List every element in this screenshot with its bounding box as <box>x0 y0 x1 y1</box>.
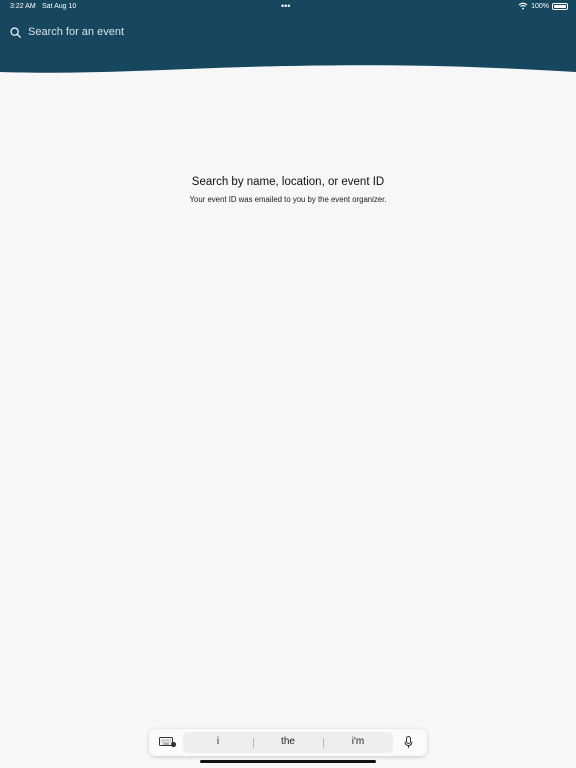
microphone-icon[interactable] <box>404 736 413 749</box>
keyboard-icon[interactable] <box>159 737 177 748</box>
status-date: Sat Aug 10 <box>42 3 77 10</box>
wifi-icon <box>518 2 528 10</box>
header: 3:22 AM Sat Aug 10 ••• 100% <box>0 0 576 80</box>
multitask-dots[interactable]: ••• <box>281 1 290 11</box>
status-right: 100% <box>518 2 568 10</box>
suggestion-item[interactable]: i <box>183 736 253 747</box>
empty-state-subtitle: Your event ID was emailed to you by the … <box>189 195 387 204</box>
suggestion-item[interactable]: i'm <box>323 736 393 747</box>
status-bar: 3:22 AM Sat Aug 10 ••• 100% <box>0 0 576 14</box>
search-input[interactable] <box>28 26 268 38</box>
search-icon <box>10 26 21 38</box>
status-time: 3:22 AM <box>10 3 36 10</box>
home-indicator[interactable] <box>200 760 376 763</box>
search-bar[interactable] <box>10 26 268 38</box>
battery-percent: 100% <box>531 2 549 10</box>
battery-icon <box>552 2 568 10</box>
suggestion-item[interactable]: the <box>253 736 323 747</box>
predictive-suggestions: i the i'm <box>183 732 393 753</box>
empty-state-title: Search by name, location, or event ID <box>191 176 385 188</box>
keyboard-shortcut-bar: i the i'm <box>149 729 427 756</box>
